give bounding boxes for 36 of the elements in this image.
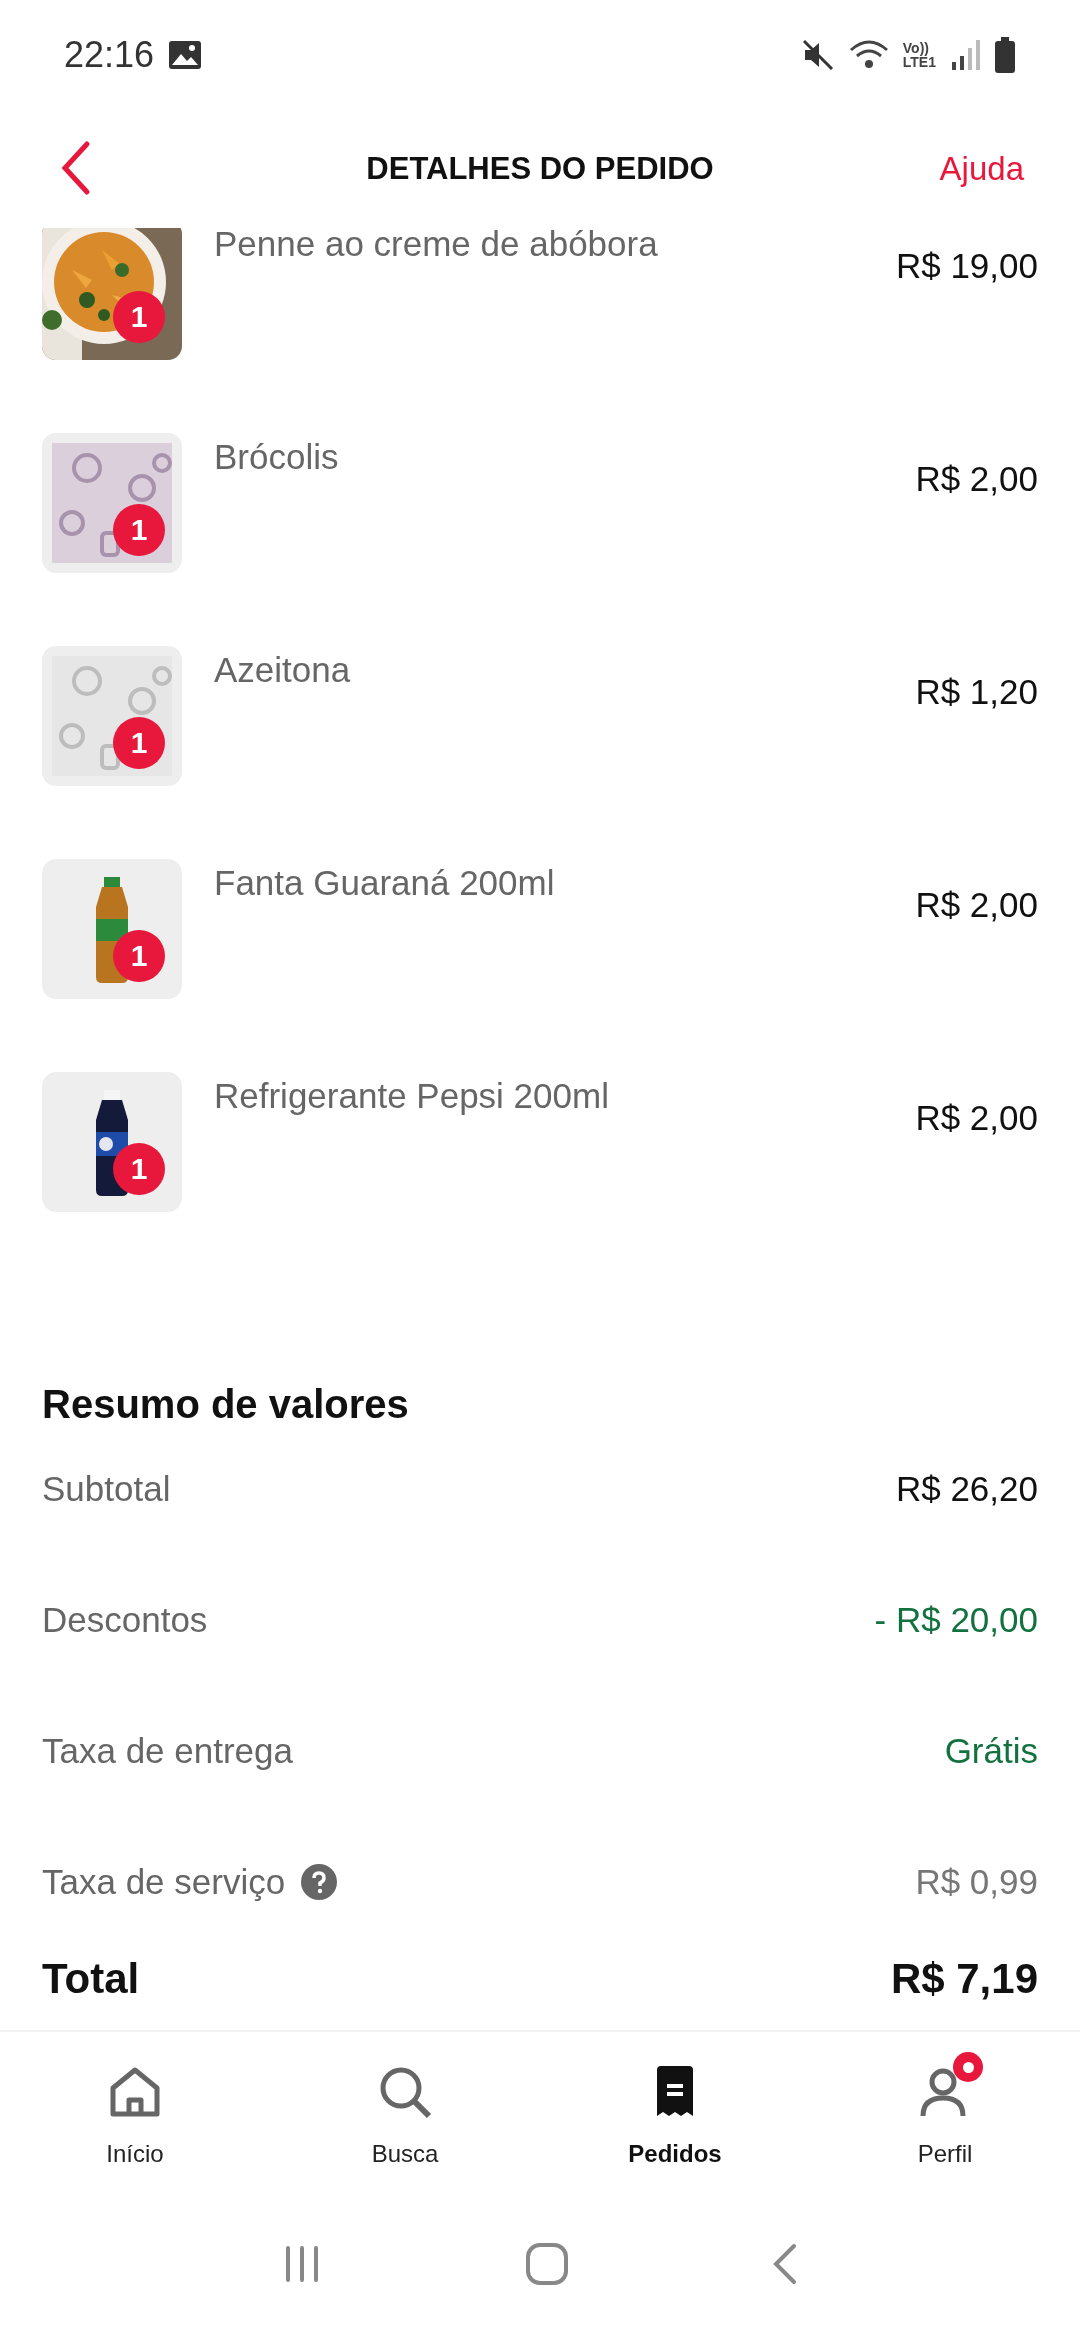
help-link[interactable]: Ajuda: [939, 150, 1024, 188]
summary-value: Grátis: [944, 1730, 1038, 1771]
section-title: Resumo de valores: [42, 1382, 410, 1427]
summary-label: Subtotal: [42, 1468, 171, 1509]
item-price: R$ 2,00: [915, 884, 1038, 926]
summary-value: R$ 0,99: [915, 1861, 1038, 1902]
item-name: Brócolis: [214, 436, 340, 478]
help-icon[interactable]: [301, 1863, 338, 1900]
nav-tab[interactable]: Início: [0, 2032, 270, 2218]
item-name: Refrigerante Pepsi 200ml: [214, 1075, 610, 1117]
page-title: DETALHES DO PEDIDO: [366, 151, 714, 186]
summary-label: Taxa de entrega: [42, 1730, 293, 1771]
clock: 22:16: [64, 34, 155, 76]
nav-tab[interactable]: Busca: [270, 2032, 540, 2218]
item-name: Azeitona: [214, 649, 352, 691]
item-price: R$ 1,20: [915, 671, 1038, 713]
summary-value: R$ 26,20: [895, 1468, 1038, 1509]
total-value: R$ 7,19: [890, 1955, 1038, 2003]
summary-label: Taxa de serviço: [42, 1861, 286, 1902]
item-price: R$ 2,00: [915, 458, 1038, 500]
network-label: Vo)) LTE1: [902, 41, 936, 69]
item-name: Penne ao creme de abóbora: [214, 228, 659, 265]
item-price: R$ 19,00: [895, 245, 1038, 287]
nav-tab[interactable]: Perfil: [810, 2032, 1080, 2218]
total-label: Total: [42, 1955, 140, 2003]
mute-icon: [800, 38, 835, 72]
nav-tab[interactable]: Pedidos: [540, 2032, 810, 2218]
back-icon[interactable]: [772, 2242, 799, 2286]
battery-icon: [994, 37, 1016, 73]
signal-icon: [950, 38, 980, 72]
image-icon: [168, 40, 203, 70]
summary-value: - R$ 20,00: [874, 1599, 1038, 1640]
item-price: R$ 2,00: [915, 1097, 1038, 1139]
home-button-icon[interactable]: [525, 2242, 569, 2286]
summary-label: Descontos: [42, 1599, 208, 1640]
item-name: Fanta Guaraná 200ml: [214, 862, 556, 904]
